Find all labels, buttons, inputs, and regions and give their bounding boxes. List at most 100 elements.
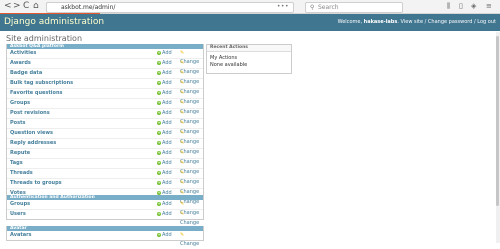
- pencil-icon: ✎: [180, 70, 185, 76]
- module-avatar: Avatar Avatars +Add ✎Change: [6, 226, 204, 247]
- library-icon[interactable]: ⫼: [447, 1, 450, 12]
- back-icon[interactable]: <: [4, 1, 12, 12]
- change-password-link[interactable]: Change password: [428, 19, 472, 25]
- add-button[interactable]: +Add: [157, 89, 172, 98]
- table-row: Threads to groups +Add ✎Change: [7, 179, 203, 195]
- add-icon: +: [157, 179, 161, 185]
- add-button[interactable]: +Add: [157, 79, 172, 88]
- address-bar[interactable]: askbot.me/admin/ •••: [46, 2, 294, 13]
- add-button[interactable]: +Add: [157, 139, 172, 148]
- table-row: Question views +Add ✎Change: [7, 129, 203, 145]
- add-button[interactable]: +Add: [157, 179, 172, 188]
- add-button[interactable]: +Add: [157, 129, 172, 138]
- model-link[interactable]: Groups: [10, 99, 30, 108]
- add-label: Add: [162, 110, 172, 116]
- table-row: Post revisions +Add ✎Change: [7, 109, 203, 125]
- table-row: Activities +Add ✎Change: [7, 49, 203, 65]
- pencil-icon: ✎: [180, 160, 185, 166]
- search-placeholder: Search: [318, 4, 339, 11]
- table-row: Users +Add ✎Change: [7, 210, 203, 226]
- home-icon[interactable]: ⌂: [33, 1, 39, 12]
- shield-icon[interactable]: ◈: [471, 1, 476, 12]
- add-icon: +: [157, 69, 161, 75]
- add-label: Add: [162, 170, 172, 176]
- add-button[interactable]: +Add: [157, 109, 172, 118]
- add-icon: +: [157, 189, 161, 195]
- table-row: Reply addresses +Add ✎Change: [7, 139, 203, 155]
- add-icon: +: [157, 139, 161, 145]
- module-auth: Authentication and Authorization Groups +…: [6, 195, 204, 226]
- add-label: Add: [162, 130, 172, 136]
- model-link[interactable]: Tags: [10, 159, 23, 168]
- add-label: Add: [162, 60, 172, 66]
- add-button[interactable]: +Add: [157, 99, 172, 108]
- model-link[interactable]: Threads to groups: [10, 179, 62, 188]
- pencil-icon: ✎: [180, 150, 185, 156]
- sidebar-icon[interactable]: ▯: [459, 1, 463, 12]
- add-label: Add: [162, 100, 172, 106]
- add-icon: +: [157, 129, 161, 135]
- my-actions-heading: My Actions: [210, 55, 238, 61]
- view-site-link[interactable]: View site: [401, 19, 424, 25]
- model-link[interactable]: Post revisions: [10, 109, 50, 118]
- add-label: Add: [162, 80, 172, 86]
- model-link[interactable]: Activities: [10, 49, 36, 58]
- model-link[interactable]: Avatars: [10, 231, 32, 240]
- model-link[interactable]: Posts: [10, 119, 25, 128]
- pencil-icon: ✎: [180, 110, 185, 116]
- welcome-text: Welcome,: [337, 19, 364, 25]
- model-link[interactable]: Question views: [10, 129, 53, 138]
- log-out-link[interactable]: Log out: [477, 19, 496, 25]
- add-icon: +: [157, 200, 161, 206]
- search-icon: ⚲: [310, 4, 315, 11]
- user-tools: Welcome, hakase-labs. View site / Change…: [338, 17, 496, 28]
- admin-header: Django administration Welcome, hakase-la…: [0, 14, 500, 31]
- username: hakase-labs: [363, 19, 398, 25]
- model-link[interactable]: Threads: [10, 169, 33, 178]
- add-button[interactable]: +Add: [157, 210, 172, 219]
- model-link[interactable]: Users: [10, 210, 26, 219]
- pencil-icon: ✎: [180, 211, 185, 217]
- add-button[interactable]: +Add: [157, 200, 172, 209]
- add-label: Add: [162, 50, 172, 56]
- table-row: Tags +Add ✎Change: [7, 159, 203, 175]
- add-button[interactable]: +Add: [157, 231, 172, 240]
- model-link[interactable]: Badge data: [10, 69, 42, 78]
- add-button[interactable]: +Add: [157, 69, 172, 78]
- add-button[interactable]: +Add: [157, 159, 172, 168]
- search-input[interactable]: ⚲ Search: [305, 2, 403, 13]
- page-title: Site administration: [6, 34, 83, 43]
- scrollbar-thumb[interactable]: [496, 36, 499, 206]
- add-icon: +: [157, 119, 161, 125]
- model-link[interactable]: Bulk tag subscriptions: [10, 79, 73, 88]
- add-button[interactable]: +Add: [157, 59, 172, 68]
- reload-icon[interactable]: C: [23, 1, 29, 12]
- model-link[interactable]: Favorite questions: [10, 89, 62, 98]
- pencil-icon: ✎: [180, 170, 185, 176]
- model-link[interactable]: Repute: [10, 149, 30, 158]
- add-label: Add: [162, 150, 172, 156]
- change-button[interactable]: ✎ Change: [180, 231, 203, 249]
- page-actions-icon[interactable]: •••: [277, 1, 289, 12]
- pencil-icon: ✎: [180, 80, 185, 86]
- recent-actions-panel: Recent Actions My Actions None available: [206, 44, 292, 74]
- table-row: Badge data +Add ✎Change: [7, 69, 203, 85]
- url-text[interactable]: askbot.me/admin/: [61, 2, 115, 13]
- add-button[interactable]: +Add: [157, 119, 172, 128]
- menu-icon[interactable]: ≡: [486, 1, 492, 12]
- table-row: Repute +Add ✎Change: [7, 149, 203, 165]
- add-icon: +: [157, 59, 161, 65]
- forward-icon[interactable]: >: [13, 1, 21, 12]
- change-label: Change: [180, 241, 200, 247]
- pencil-icon: ✎: [180, 232, 185, 238]
- table-row: Groups +Add ✎Change: [7, 200, 203, 216]
- model-link[interactable]: Awards: [10, 59, 31, 68]
- add-button[interactable]: +Add: [157, 49, 172, 58]
- add-icon: +: [157, 109, 161, 115]
- model-link[interactable]: Groups: [10, 200, 30, 209]
- pencil-icon: ✎: [180, 140, 185, 146]
- add-button[interactable]: +Add: [157, 149, 172, 158]
- add-button[interactable]: +Add: [157, 169, 172, 178]
- model-link[interactable]: Reply addresses: [10, 139, 56, 148]
- site-title[interactable]: Django administration: [4, 16, 104, 29]
